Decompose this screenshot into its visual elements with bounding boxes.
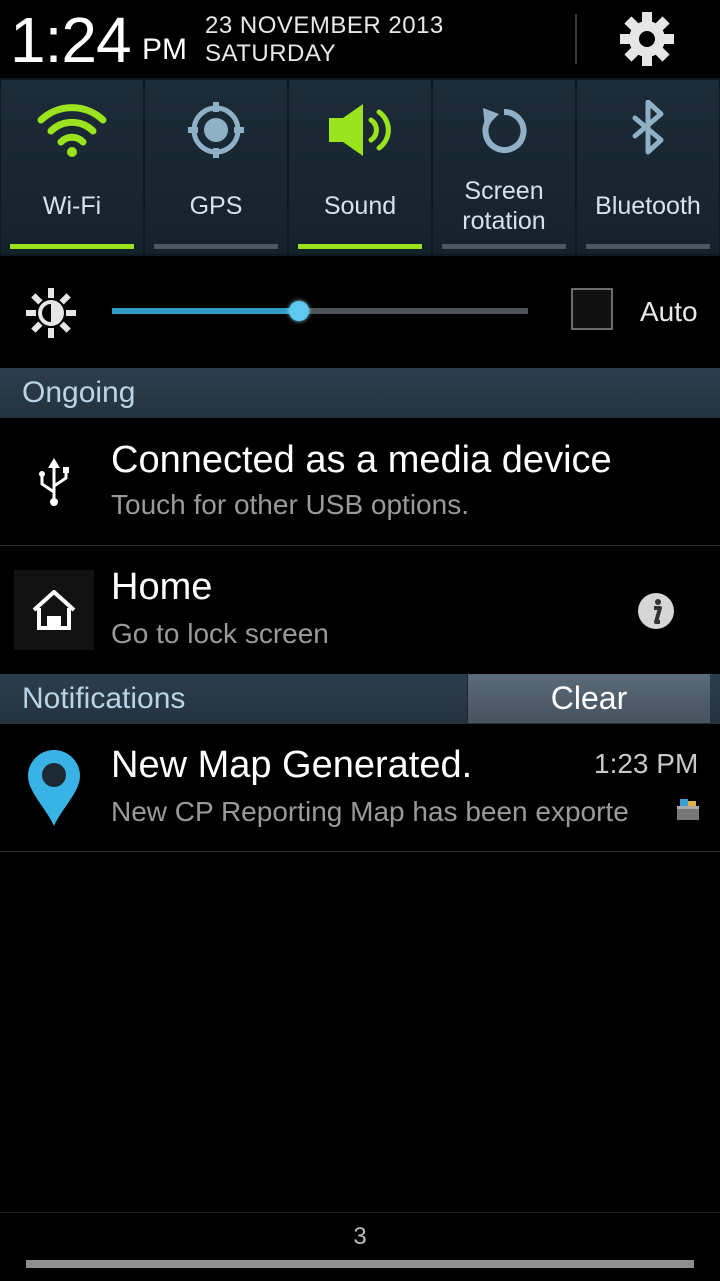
rotate-icon: [482, 108, 527, 153]
home-icon: [32, 590, 76, 630]
toggle-bluetooth[interactable]: Bluetooth: [577, 80, 719, 254]
drag-handle[interactable]: [26, 1260, 694, 1268]
brightness-slider-thumb[interactable]: [289, 301, 309, 321]
toggle-sound-label: Sound: [323, 192, 397, 220]
sound-icon: [329, 104, 391, 156]
usb-icon: [39, 458, 69, 506]
info-icon[interactable]: [637, 592, 675, 630]
map-notification-subtitle: New CP Reporting Map has been exporte: [111, 796, 629, 827]
map-notification-title: New Map Generated.: [111, 744, 473, 786]
usb-notification[interactable]: Connected as a media device Touch for ot…: [0, 418, 720, 544]
map-notification-time: 1:23 PM: [594, 748, 699, 779]
toggle-sound-indicator: [298, 244, 422, 249]
toggle-wifi[interactable]: Wi-Fi: [1, 80, 143, 254]
divider: [0, 851, 720, 852]
toggle-rotation-label-line2: rotation: [462, 207, 546, 235]
usb-notification-subtitle: Touch for other USB options.: [111, 489, 469, 520]
notifications-header-label: Notifications: [22, 682, 186, 715]
date-label: 23 NOVEMBER 2013: [205, 12, 444, 39]
export-icon: [677, 799, 699, 820]
page-indicator: 3: [353, 1223, 367, 1250]
gear-icon: [620, 12, 674, 66]
map-pin-icon: [28, 750, 80, 826]
brightness-slider-fill: [112, 308, 299, 314]
header-divider: [575, 14, 577, 64]
home-notification-subtitle: Go to lock screen: [111, 618, 329, 649]
toggle-bluetooth-label: Bluetooth: [595, 192, 701, 220]
toggle-bluetooth-indicator: [586, 244, 710, 249]
settings-button[interactable]: [618, 10, 676, 68]
toggle-rotation-indicator: [442, 244, 566, 249]
brightness-icon: [26, 288, 76, 338]
toggle-gps[interactable]: GPS: [145, 80, 287, 254]
home-app-icon: [14, 570, 94, 650]
toggle-gps-indicator: [154, 244, 278, 249]
home-notification-title: Home: [111, 566, 213, 608]
auto-brightness-checkbox[interactable]: [571, 288, 613, 330]
toggle-rotation-label-line1: Screen: [464, 177, 544, 205]
toggle-screen-rotation[interactable]: Screen rotation: [433, 80, 575, 254]
ongoing-header-label: Ongoing: [22, 376, 136, 409]
clear-button[interactable]: Clear: [467, 674, 710, 723]
toggle-sound[interactable]: Sound: [289, 80, 431, 254]
bluetooth-icon: [632, 100, 664, 155]
gps-icon: [188, 102, 244, 158]
toggle-wifi-indicator: [10, 244, 134, 249]
auto-brightness-label: Auto: [640, 296, 698, 327]
day-label: SATURDAY: [205, 40, 337, 67]
home-notification[interactable]: [0, 546, 720, 672]
clock-ampm: PM: [142, 33, 187, 66]
wifi-icon: [37, 104, 107, 157]
toggle-wifi-label: Wi-Fi: [42, 192, 102, 220]
toggle-gps-label: GPS: [189, 192, 243, 220]
usb-notification-title: Connected as a media device: [111, 439, 612, 481]
clock-time: 1:24: [10, 4, 132, 76]
ongoing-section-header: Ongoing: [0, 368, 720, 418]
